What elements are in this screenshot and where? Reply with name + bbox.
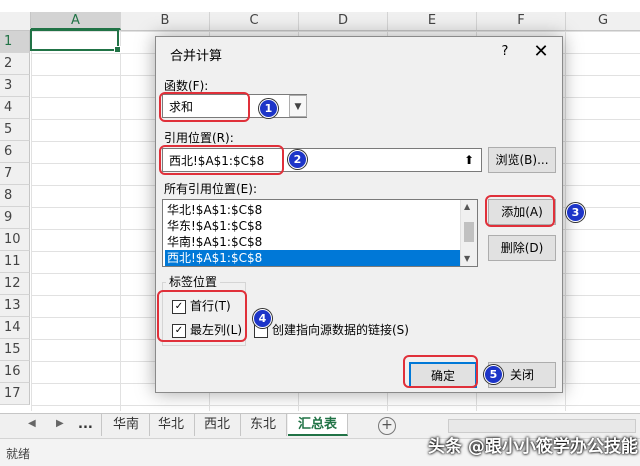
row-header-14[interactable]: 14 xyxy=(0,317,30,339)
add-sheet-icon[interactable]: + xyxy=(378,417,396,435)
highlight-ring-reference xyxy=(159,145,284,175)
scroll-down-icon[interactable]: ▼ xyxy=(464,254,470,263)
watermark: 头条 @跟小小筱学办公技能 xyxy=(428,437,638,457)
step-badge-2: 2 xyxy=(288,150,307,169)
row-header-13[interactable]: 13 xyxy=(0,295,30,317)
list-item[interactable]: 华东!$A$1:$C$8 xyxy=(165,218,461,234)
dialog-title: 合并计算 xyxy=(170,49,223,64)
collapse-dialog-icon[interactable]: ⬆ xyxy=(458,150,480,170)
row-header-12[interactable]: 12 xyxy=(0,273,30,295)
create-links-label: 创建指向源数据的链接(S) xyxy=(272,323,409,337)
row-header-15[interactable]: 15 xyxy=(0,339,30,361)
all-references-label: 所有引用位置(E): xyxy=(164,182,257,196)
row-header-10[interactable]: 10 xyxy=(0,229,30,251)
close-icon[interactable]: ✕ xyxy=(528,40,554,64)
sheet-tab-summary[interactable]: 汇总表 xyxy=(288,414,349,436)
chevron-down-icon[interactable]: ▼ xyxy=(289,95,307,117)
select-all-corner[interactable] xyxy=(0,12,31,30)
tab-next-icon[interactable]: ▶ xyxy=(56,418,64,429)
sheet-tab-dongbei[interactable]: 东北 xyxy=(240,414,288,436)
all-references-list[interactable]: 华北!$A$1:$C$8 华东!$A$1:$C$8 华南!$A$1:$C$8 西… xyxy=(162,199,478,267)
horizontal-scrollbar[interactable] xyxy=(448,419,636,433)
column-header-e[interactable]: E xyxy=(388,12,477,30)
row-header-5[interactable]: 5 xyxy=(0,119,30,141)
sheet-tab-huanan[interactable]: 华南 xyxy=(103,414,151,436)
row-header-11[interactable]: 11 xyxy=(0,251,30,273)
highlight-ring-ok xyxy=(403,355,478,388)
tab-prev-icon[interactable]: ◀ xyxy=(28,418,36,429)
highlight-ring-checkboxes xyxy=(157,290,247,342)
row-header-1[interactable]: 1 xyxy=(0,31,30,53)
list-item[interactable]: 华南!$A$1:$C$8 xyxy=(165,234,461,250)
status-ready-text: 就绪 xyxy=(6,447,31,461)
highlight-ring-add xyxy=(485,195,555,227)
column-header-b[interactable]: B xyxy=(121,12,210,30)
browse-button[interactable]: 浏览(B)... xyxy=(488,147,556,173)
column-header-c[interactable]: C xyxy=(210,12,299,30)
column-header-a[interactable]: A xyxy=(31,12,121,30)
scroll-thumb[interactable] xyxy=(464,222,474,242)
reference-label: 引用位置(R): xyxy=(164,131,234,145)
row-header-3[interactable]: 3 xyxy=(0,75,30,97)
list-item-selected[interactable]: 西北!$A$1:$C$8 xyxy=(165,250,461,266)
row-header-6[interactable]: 6 xyxy=(0,141,30,163)
row-header-9[interactable]: 9 xyxy=(0,207,30,229)
sheet-tab-xibei[interactable]: 西北 xyxy=(194,414,242,436)
step-badge-1: 1 xyxy=(259,99,278,118)
step-badge-5: 5 xyxy=(484,365,503,384)
list-item[interactable]: 华北!$A$1:$C$8 xyxy=(165,202,461,218)
column-header-d[interactable]: D xyxy=(299,12,388,30)
row-header-8[interactable]: 8 xyxy=(0,185,30,207)
create-links-checkbox[interactable]: 创建指向源数据的链接(S) xyxy=(254,321,409,338)
highlight-ring-function xyxy=(159,92,250,122)
row-header-7[interactable]: 7 xyxy=(0,163,30,185)
row-header-4[interactable]: 4 xyxy=(0,97,30,119)
step-badge-3: 3 xyxy=(566,203,585,222)
row-header-16[interactable]: 16 xyxy=(0,361,30,383)
sheet-tab-huabei[interactable]: 华北 xyxy=(148,414,196,436)
column-header-g[interactable]: G xyxy=(566,12,640,30)
scroll-up-icon[interactable]: ▲ xyxy=(464,202,470,211)
step-badge-4: 4 xyxy=(253,309,272,328)
list-scrollbar[interactable]: ▲ ▼ xyxy=(460,200,477,266)
row-header-17[interactable]: 17 xyxy=(0,383,30,405)
sheet-tab-more[interactable]: ... xyxy=(70,414,102,436)
label-position-title: 标签位置 xyxy=(166,273,221,290)
active-cell-a1[interactable] xyxy=(30,29,121,53)
help-button[interactable]: ? xyxy=(494,41,516,63)
column-header-f[interactable]: F xyxy=(477,12,566,30)
row-header-2[interactable]: 2 xyxy=(0,53,30,75)
delete-button[interactable]: 删除(D) xyxy=(488,235,556,261)
